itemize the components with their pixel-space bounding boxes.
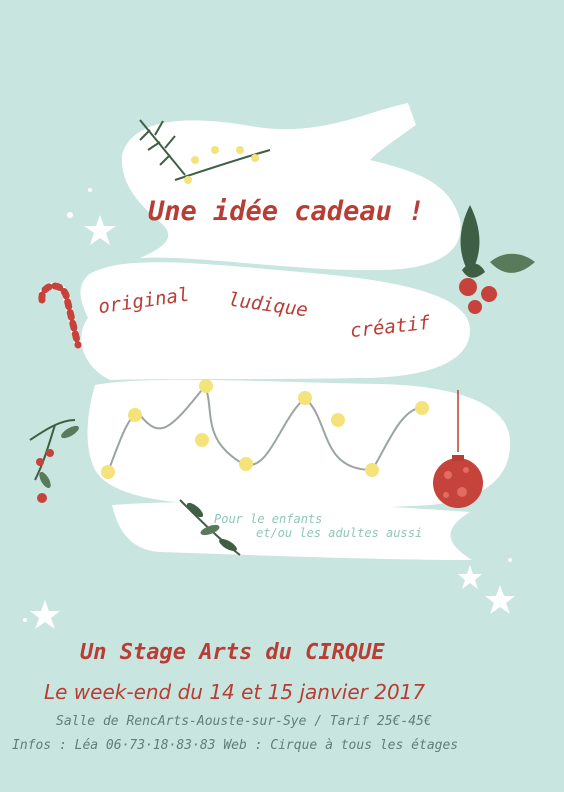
- holly: [459, 205, 535, 314]
- headline: Une idée cadeau !: [148, 196, 425, 227]
- branch-left: [29, 419, 79, 503]
- audience-line-1: Pour le enfants: [214, 512, 323, 526]
- poster: Une idée cadeau ! original ludique créat…: [0, 0, 564, 792]
- decor-layer: [23, 103, 535, 629]
- event-contact: Infos : Léa 06·73·18·83·83 Web : Cirque …: [12, 738, 459, 753]
- event-dates: Le week-end du 14 et 15 janvier 2017: [44, 680, 426, 704]
- candy-cane: [38, 282, 82, 349]
- event-location: Salle de RencArts-Aouste-sur-Sye / Tarif…: [56, 714, 432, 729]
- audience-line-2: et/ou les adultes aussi: [256, 526, 423, 540]
- event-title: Un Stage Arts du CIRQUE: [80, 640, 385, 665]
